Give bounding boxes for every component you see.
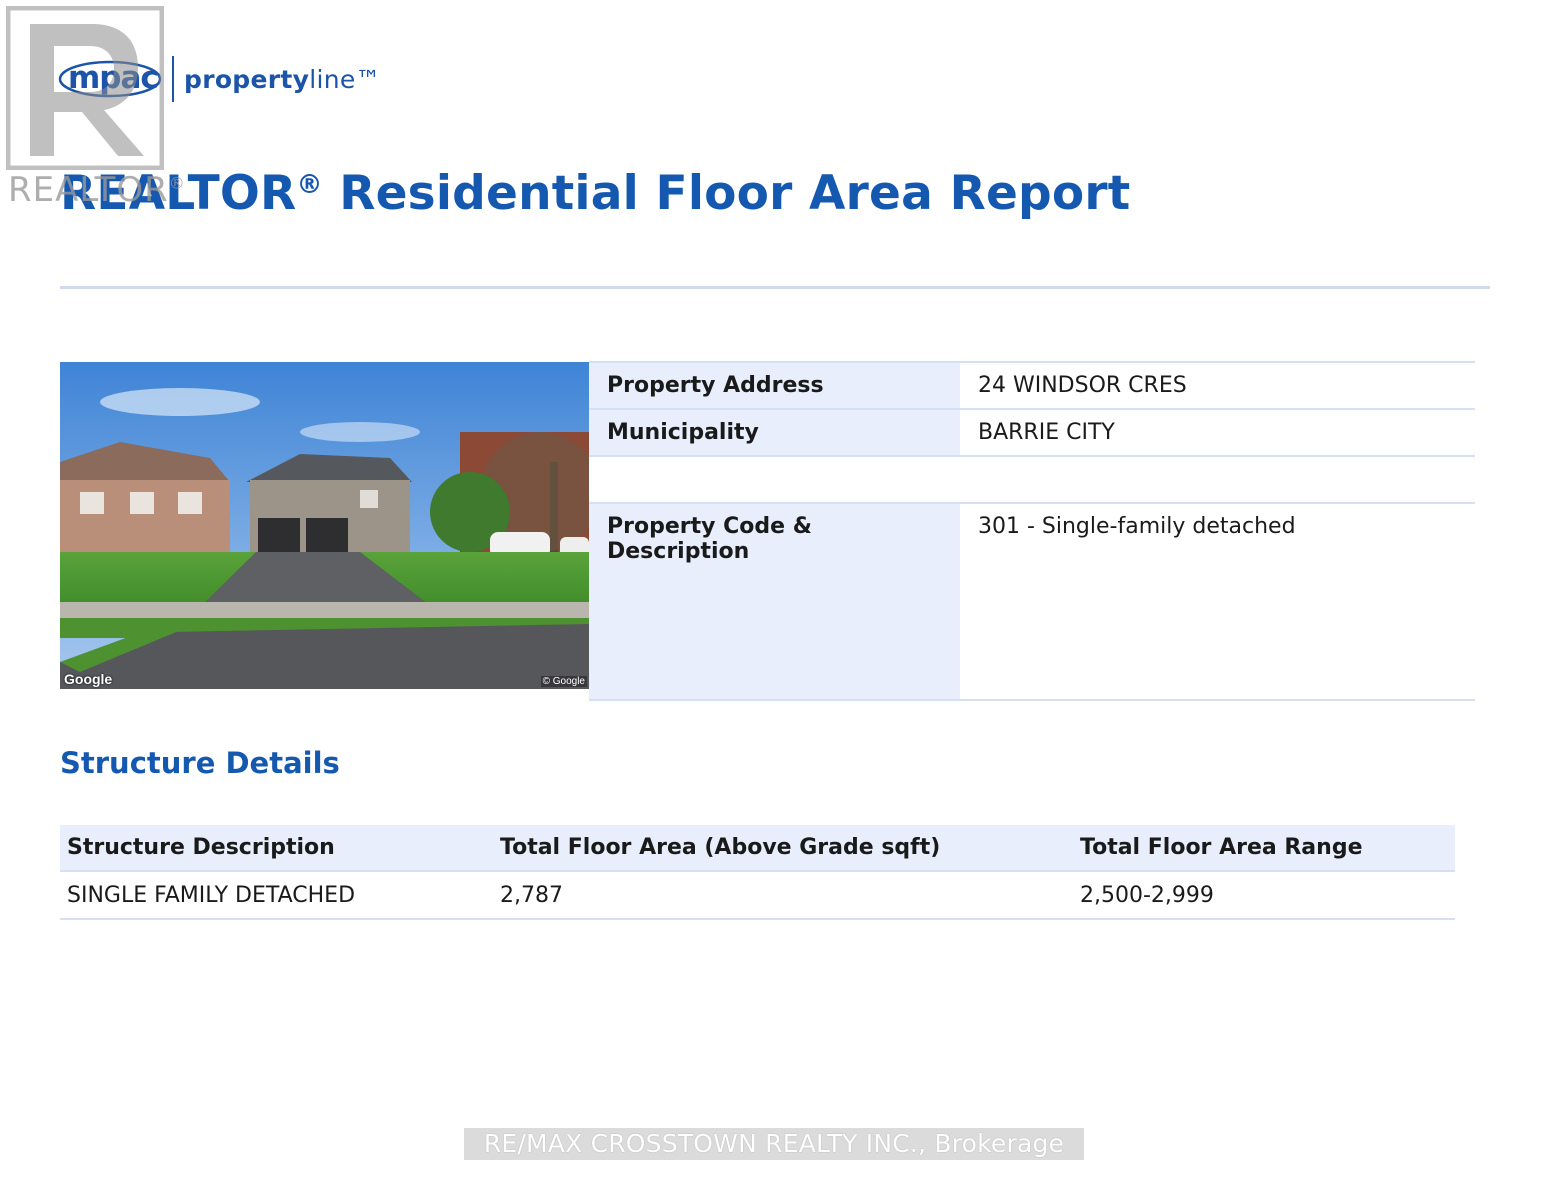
column-header-structure-description: Structure Description [60, 825, 493, 872]
property-code-value: 301 - Single-family detached [960, 502, 1475, 701]
realtor-watermark-text: REALTOR® [8, 170, 186, 210]
table-row: SINGLE FAMILY DETACHED 2,787 2,500-2,999 [60, 871, 1455, 920]
property-address-value: 24 WINDSOR CRES [960, 361, 1475, 409]
report-title: REALTOR® Residential Floor Area Report [60, 166, 1131, 221]
realtor-watermark-logo [5, 5, 165, 171]
brand-divider [172, 56, 174, 102]
table-row: Municipality BARRIE CITY [589, 408, 1475, 456]
structure-description-cell: SINGLE FAMILY DETACHED [60, 871, 493, 920]
empty-cell [589, 455, 960, 503]
table-header-row: Structure Description Total Floor Area (… [60, 825, 1455, 872]
column-header-floor-area-range: Total Floor Area Range [1073, 825, 1455, 872]
structure-details-heading: Structure Details [60, 746, 340, 780]
brokerage-watermark: RE/MAX CROSSTOWN REALTY INC., Brokerage [464, 1128, 1084, 1160]
total-floor-area-cell: 2,787 [493, 871, 1073, 920]
municipality-label: Municipality [589, 408, 960, 456]
empty-cell [960, 455, 1475, 503]
property-address-label: Property Address [589, 361, 960, 409]
column-header-total-floor-area: Total Floor Area (Above Grade sqft) [493, 825, 1073, 872]
google-copyright: © Google [540, 676, 587, 687]
floor-area-range-cell: 2,500-2,999 [1073, 871, 1455, 920]
propertyline-wordmark: propertyline™ [184, 64, 381, 94]
property-photo: Google © Google [60, 362, 589, 689]
structure-details-table: Structure Description Total Floor Area (… [60, 825, 1455, 920]
property-code-label: Property Code & Description [589, 502, 960, 701]
google-watermark: Google [64, 671, 113, 687]
title-divider [60, 286, 1490, 289]
table-row [589, 455, 1475, 503]
property-info-table: Property Address 24 WINDSOR CRES Municip… [589, 361, 1475, 701]
table-row: Property Address 24 WINDSOR CRES [589, 361, 1475, 409]
municipality-value: BARRIE CITY [960, 408, 1475, 456]
table-row: Property Code & Description 301 - Single… [589, 502, 1475, 701]
